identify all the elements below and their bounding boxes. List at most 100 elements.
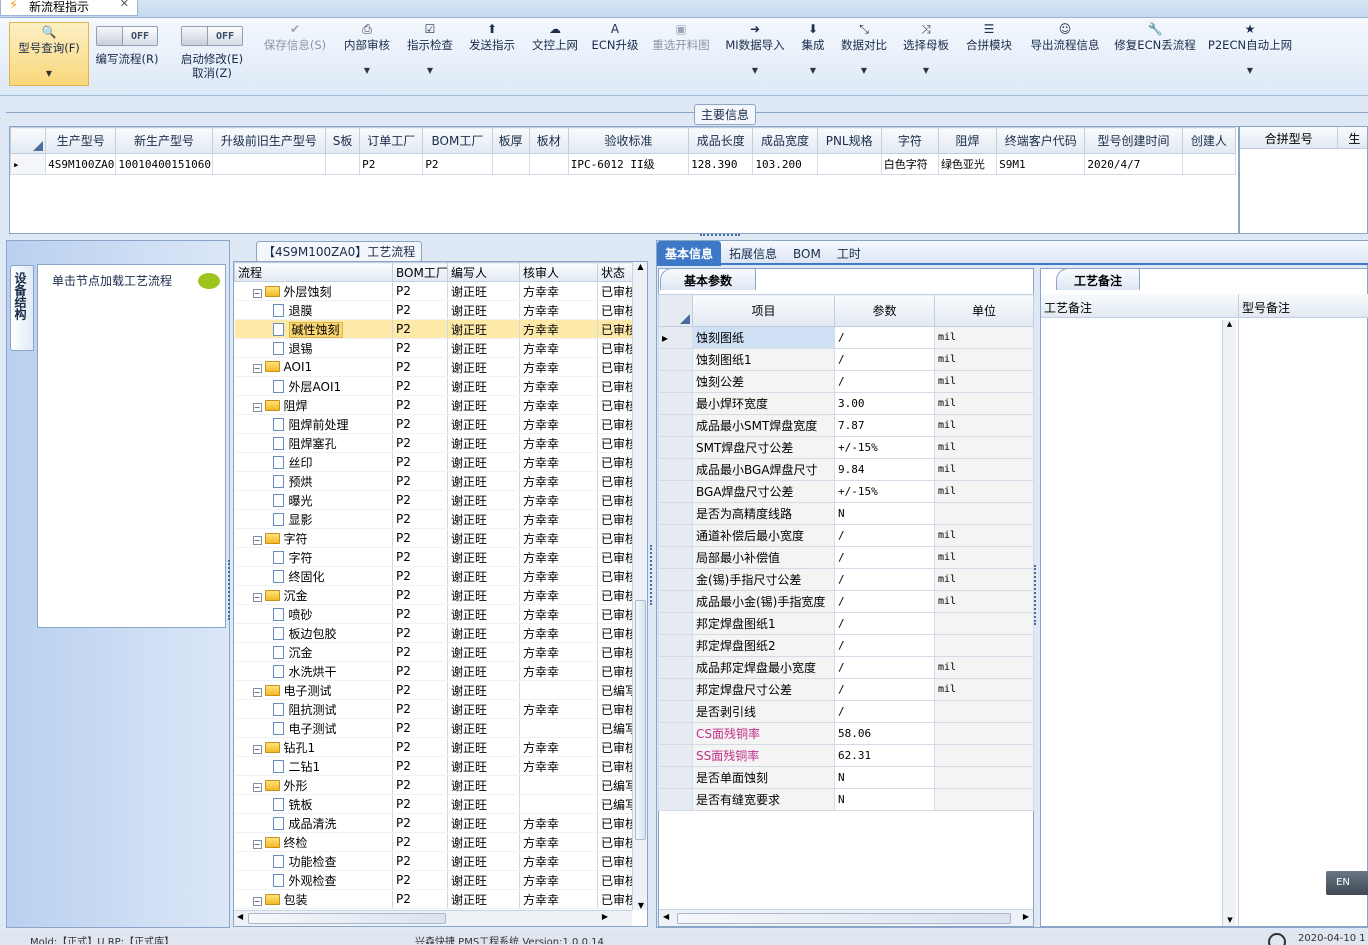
flow-reviewer-cell[interactable]: 方幸幸	[519, 851, 598, 871]
table-row[interactable]: 成品清洗 P2谢正旺方幸幸已审核	[234, 813, 633, 833]
flow-status-cell[interactable]: 已审核	[597, 414, 633, 434]
table-cell[interactable]	[1181, 153, 1237, 175]
table-row[interactable]: − 沉金 P2谢正旺方幸幸已审核	[234, 585, 633, 605]
splitter-grip[interactable]	[650, 545, 654, 605]
column-header[interactable]: 型号创建时间	[1084, 127, 1183, 154]
flow-name-cell[interactable]: − 钻孔1	[234, 737, 393, 757]
param-value-cell[interactable]: 58.06	[834, 722, 935, 745]
flow-bom-cell[interactable]: P2	[392, 414, 448, 434]
param-value-cell[interactable]: /	[834, 678, 935, 701]
flow-name-cell[interactable]: − 阻焊	[234, 395, 393, 415]
horizontal-scrollbar[interactable]: ◀ ▶	[234, 910, 632, 926]
reselect-drawing-button[interactable]: ▣ 重选开料图	[648, 20, 714, 52]
doc-upload-button[interactable]: ☁ 文控上网	[528, 20, 582, 52]
collapse-toggle-icon[interactable]: −	[252, 896, 262, 906]
flow-name-cell[interactable]: 功能检查	[234, 851, 393, 871]
flow-writer-cell[interactable]: 谢正旺	[447, 566, 520, 586]
table-row[interactable]: − AOI1 P2谢正旺方幸幸已审核	[234, 357, 633, 377]
p2ecn-upload-button[interactable]: ★ P2ECN自动上网 ▼	[1206, 20, 1294, 78]
column-header[interactable]: 状态	[597, 262, 633, 282]
collapse-toggle-icon[interactable]: −	[252, 592, 262, 602]
tab-basic-info[interactable]: 基本信息	[657, 241, 722, 266]
table-row[interactable]: 喷砂 P2谢正旺方幸幸已审核	[234, 604, 633, 624]
splitter-grip[interactable]	[700, 234, 740, 238]
flow-bom-cell[interactable]: P2	[392, 623, 448, 643]
scroll-right-icon[interactable]: ▶	[602, 912, 608, 921]
column-header[interactable]: 新生产型号	[115, 127, 213, 154]
tab-extended-info[interactable]: 拓展信息	[721, 241, 785, 266]
flow-reviewer-cell[interactable]: 方幸幸	[519, 490, 598, 510]
chevron-down-icon[interactable]: ▼	[722, 64, 788, 78]
params-horizontal-scrollbar[interactable]: ◀ ▶	[659, 909, 1033, 926]
table-cell[interactable]: P2	[359, 153, 424, 175]
flow-status-cell[interactable]: 已审核	[597, 813, 633, 833]
send-instruction-button[interactable]: ⬆ 发送指示	[465, 20, 519, 52]
column-header[interactable]: BOM工厂	[392, 262, 448, 282]
splitter-grip[interactable]	[228, 560, 232, 620]
cancel-label[interactable]: 取消(Z)	[176, 66, 248, 80]
param-value-cell[interactable]: N	[834, 502, 935, 525]
flow-bom-cell[interactable]: P2	[392, 395, 448, 415]
column-header[interactable]: 单位	[934, 294, 1034, 327]
flow-status-cell[interactable]: 已审核	[597, 338, 633, 358]
equipment-tree[interactable]: 单击节点加载工艺流程	[37, 264, 226, 628]
table-row[interactable]: 铣板 P2谢正旺 已编写	[234, 794, 633, 814]
flow-writer-cell[interactable]: 谢正旺	[447, 661, 520, 681]
table-row[interactable]: SS面残铜率 62.31	[658, 744, 1034, 767]
flow-name-cell[interactable]: 字符	[234, 547, 393, 567]
flow-reviewer-cell[interactable]: 方幸幸	[519, 756, 598, 776]
table-row[interactable]: 是否为高精度线路 N	[658, 502, 1034, 525]
flow-reviewer-cell[interactable]: 方幸幸	[519, 813, 598, 833]
scroll-up-icon[interactable]: ▲	[1223, 320, 1236, 328]
flow-reviewer-cell[interactable]: 方幸幸	[519, 870, 598, 890]
table-row[interactable]: 功能检查 P2谢正旺方幸幸已审核	[234, 851, 633, 871]
combine-module-button[interactable]: ☰ 合拼模块	[962, 20, 1016, 52]
table-cell[interactable]	[211, 153, 327, 175]
table-row[interactable]: 退锡 P2谢正旺方幸幸已审核	[234, 338, 633, 358]
language-indicator[interactable]: EN	[1326, 871, 1368, 895]
chevron-down-icon[interactable]: ▼	[403, 64, 457, 78]
flow-status-cell[interactable]: 已审核	[597, 376, 633, 396]
flow-bom-cell[interactable]: P2	[392, 376, 448, 396]
table-row[interactable]: 成品最小BGA焊盘尺寸 9.84 mil	[658, 458, 1034, 481]
table-row[interactable]: 成品邦定焊盘最小宽度 / mil	[658, 656, 1034, 679]
flow-writer-cell[interactable]: 谢正旺	[447, 794, 520, 814]
table-cell[interactable]: 绿色亚光	[937, 153, 998, 175]
scroll-thumb[interactable]	[677, 913, 1011, 924]
flow-status-cell[interactable]: 已审核	[597, 357, 633, 377]
flow-writer-cell[interactable]: 谢正旺	[447, 737, 520, 757]
flow-writer-cell[interactable]: 谢正旺	[447, 528, 520, 548]
table-row[interactable]: − 外层蚀刻 P2谢正旺方幸幸已审核	[234, 281, 633, 301]
flow-bom-cell[interactable]: P2	[392, 566, 448, 586]
chevron-down-icon[interactable]: ▼	[1206, 64, 1294, 78]
table-row[interactable]: 曝光 P2谢正旺方幸幸已审核	[234, 490, 633, 510]
table-row[interactable]: − 阻焊 P2谢正旺方幸幸已审核	[234, 395, 633, 415]
flow-name-cell[interactable]: 阻抗测试	[234, 699, 393, 719]
flow-status-cell[interactable]: 已审核	[597, 395, 633, 415]
flow-reviewer-cell[interactable]: 方幸幸	[519, 433, 598, 453]
table-row[interactable]: − 字符 P2谢正旺方幸幸已审核	[234, 528, 633, 548]
flow-status-cell[interactable]: 已审核	[597, 566, 633, 586]
flow-name-cell[interactable]: 外观检查	[234, 870, 393, 890]
table-row[interactable]: ▸ 蚀刻图纸 / mil	[658, 326, 1034, 349]
table-row[interactable]: 二钻1 P2谢正旺方幸幸已审核	[234, 756, 633, 776]
flow-bom-cell[interactable]: P2	[392, 471, 448, 491]
flow-status-cell[interactable]: 已审核	[597, 756, 633, 776]
tab-work-hours[interactable]: 工时	[829, 241, 869, 266]
table-row[interactable]: 成品最小金(锡)手指宽度 / mil	[658, 590, 1034, 613]
flow-reviewer-cell[interactable]	[519, 775, 598, 795]
flow-bom-cell[interactable]: P2	[392, 851, 448, 871]
flow-reviewer-cell[interactable]: 方幸幸	[519, 319, 598, 339]
table-row[interactable]: 板边包胶 P2谢正旺方幸幸已审核	[234, 623, 633, 643]
param-value-cell[interactable]: 3.00	[834, 392, 935, 415]
column-header[interactable]: 参数	[834, 294, 935, 327]
column-header[interactable]: PNL规格	[816, 127, 882, 154]
scroll-down-icon[interactable]: ▼	[1223, 916, 1237, 924]
flow-bom-cell[interactable]: P2	[392, 870, 448, 890]
flow-bom-cell[interactable]: P2	[392, 547, 448, 567]
flow-status-cell[interactable]: 已审核	[597, 851, 633, 871]
flow-writer-cell[interactable]: 谢正旺	[447, 775, 520, 795]
select-mother-button[interactable]: ⤨ 选择母板 ▼	[898, 20, 954, 78]
flow-reviewer-cell[interactable]: 方幸幸	[519, 452, 598, 472]
flow-reviewer-cell[interactable]: 方幸幸	[519, 661, 598, 681]
